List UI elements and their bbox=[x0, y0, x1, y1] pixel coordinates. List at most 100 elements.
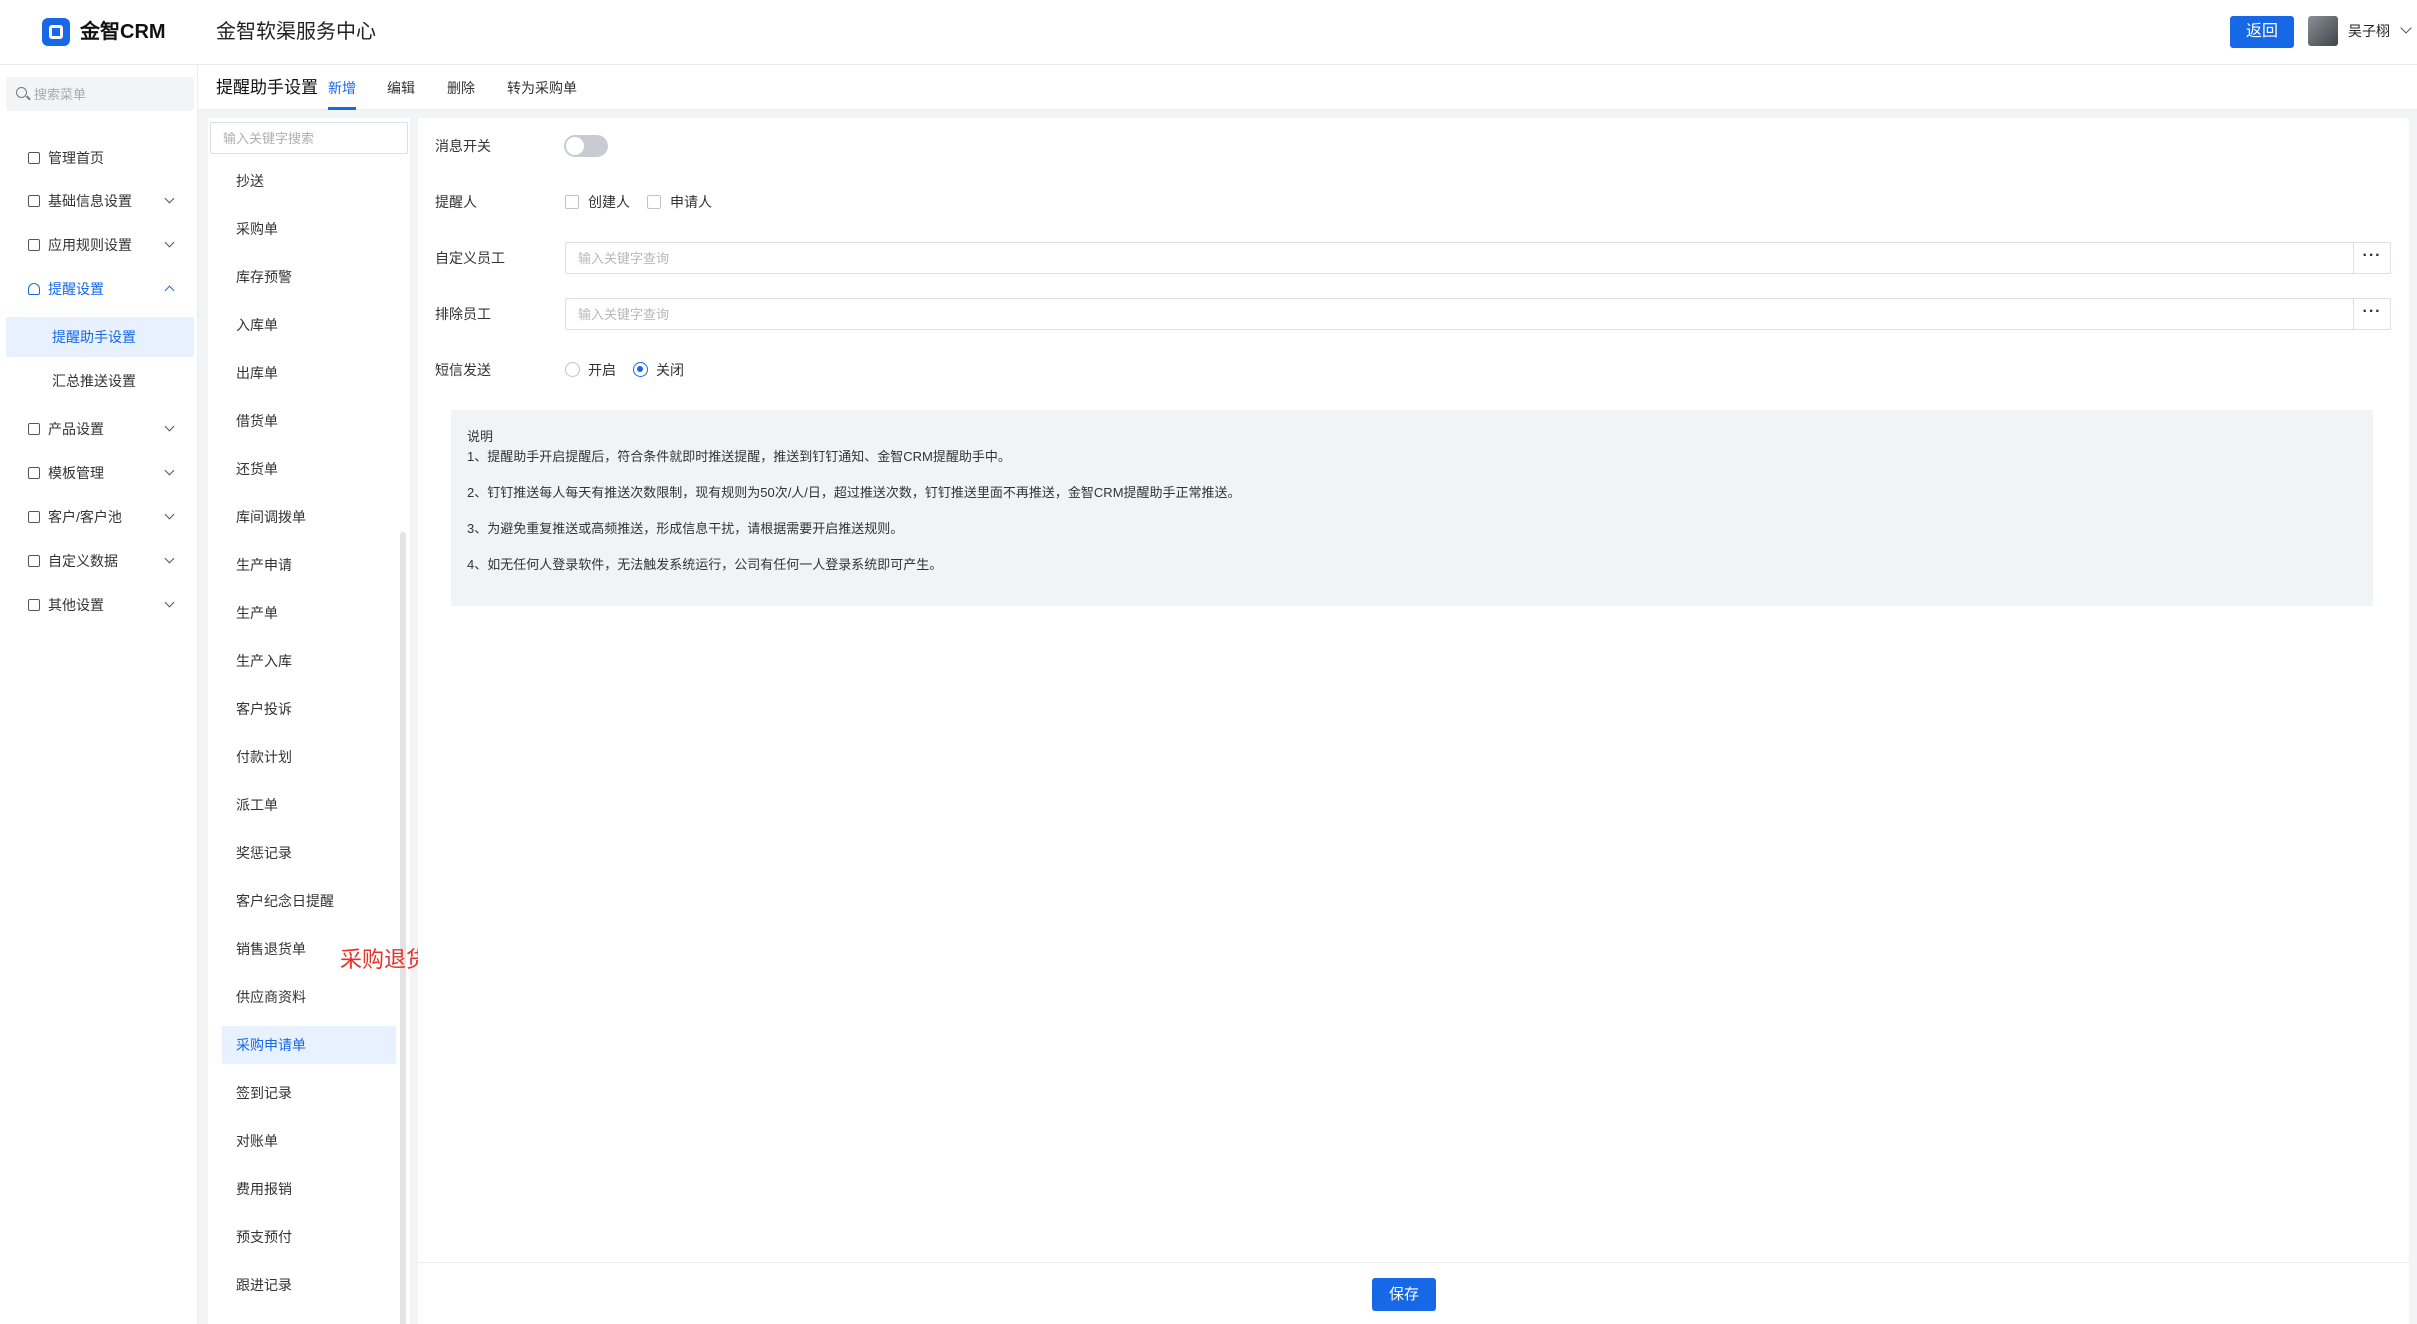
list-item[interactable]: 还货单 bbox=[222, 450, 396, 488]
sidebar-item-reminder[interactable]: 提醒设置 bbox=[0, 269, 198, 309]
sms-on-radio[interactable] bbox=[565, 362, 580, 377]
menu-search[interactable] bbox=[6, 77, 194, 111]
sidebar-item-label: 提醒设置 bbox=[48, 281, 104, 297]
list-item-active[interactable]: 采购申请单 bbox=[222, 1026, 396, 1064]
chevron-down-icon bbox=[164, 597, 175, 608]
list-item[interactable]: 库存预警 bbox=[222, 258, 396, 296]
chevron-down-icon bbox=[164, 553, 175, 564]
sidebar-item-template[interactable]: 模板管理 bbox=[0, 453, 198, 493]
list-item-label: 借货单 bbox=[236, 413, 278, 429]
exclude-staff-more-button[interactable]: ··· bbox=[2353, 298, 2391, 330]
chevron-down-icon[interactable] bbox=[2400, 22, 2412, 34]
creator-option-label: 创建人 bbox=[588, 194, 630, 210]
list-item-label: 客户投诉 bbox=[236, 701, 292, 717]
sms-off-label: 关闭 bbox=[656, 362, 684, 378]
sidebar-item-label: 客户/客户池 bbox=[48, 509, 122, 525]
sidebar-item-custom-data[interactable]: 自定义数据 bbox=[0, 541, 198, 581]
sidebar-subitem-summary-push[interactable]: 汇总推送设置 bbox=[6, 361, 194, 401]
sidebar: 管理首页 基础信息设置 应用规则设置 提醒设置 提醒助手设置 汇总推送设置 产品… bbox=[0, 65, 198, 1324]
brand-logo-icon bbox=[42, 18, 70, 46]
notes-line: 1、提醒助手开启提醒后，符合条件就即时推送提醒，推送到钉钉通知、金智CRM提醒助… bbox=[467, 449, 1011, 464]
sidebar-item-customer[interactable]: 客户/客户池 bbox=[0, 497, 198, 537]
creator-checkbox[interactable] bbox=[565, 195, 579, 209]
list-scrollbar[interactable] bbox=[400, 532, 406, 1324]
tab-edit[interactable]: 编辑 bbox=[387, 79, 415, 97]
list-item-label: 库存预警 bbox=[236, 269, 292, 285]
sidebar-item-label: 模板管理 bbox=[48, 465, 104, 481]
exclude-staff-input[interactable] bbox=[565, 298, 2353, 330]
customer-icon bbox=[28, 511, 40, 523]
avatar[interactable] bbox=[2308, 16, 2338, 46]
list-item-label: 生产入库 bbox=[236, 653, 292, 669]
sidebar-item-other[interactable]: 其他设置 bbox=[0, 585, 198, 625]
list-item[interactable]: 生产入库 bbox=[222, 642, 396, 680]
list-item[interactable]: 采购单 bbox=[222, 210, 396, 248]
back-button[interactable]: 返回 bbox=[2230, 16, 2294, 48]
sidebar-item-app-rules[interactable]: 应用规则设置 bbox=[0, 225, 198, 265]
sidebar-item-label: 产品设置 bbox=[48, 421, 104, 437]
list-search-input[interactable] bbox=[210, 122, 408, 154]
sidebar-item-basic-info[interactable]: 基础信息设置 bbox=[0, 181, 198, 221]
notes-line: 4、如无任何人登录软件，无法触发系统运行，公司有任何一人登录系统即可产生。 bbox=[467, 557, 943, 572]
list-item[interactable]: 出库单 bbox=[222, 354, 396, 392]
tab-delete[interactable]: 删除 bbox=[447, 79, 475, 97]
footer-bar: 保存 bbox=[418, 1262, 2409, 1324]
list-item-label: 销售退货单 bbox=[236, 941, 306, 957]
custom-staff-more-button[interactable]: ··· bbox=[2353, 242, 2391, 274]
cube-icon bbox=[28, 195, 40, 207]
list-item[interactable]: 预支预付 bbox=[222, 1218, 396, 1256]
tab-convert-purchase[interactable]: 转为采购单 bbox=[507, 79, 577, 97]
list-item[interactable]: 客户纪念日提醒 bbox=[222, 882, 396, 920]
list-item[interactable]: 奖惩记录 bbox=[222, 834, 396, 872]
list-item-label: 还货单 bbox=[236, 461, 278, 477]
list-item[interactable]: 客户投诉 bbox=[222, 690, 396, 728]
list-item[interactable]: 派工单 bbox=[222, 786, 396, 824]
list-item[interactable]: 生产申请 bbox=[222, 546, 396, 584]
menu-search-input[interactable] bbox=[34, 77, 184, 111]
chevron-down-icon bbox=[164, 465, 175, 476]
list-item[interactable]: 签到记录 bbox=[222, 1074, 396, 1112]
list-item[interactable]: 借货单 bbox=[222, 402, 396, 440]
brand-name: 金智CRM bbox=[80, 21, 166, 43]
sidebar-item-home[interactable]: 管理首页 bbox=[0, 138, 198, 178]
sidebar-item-product[interactable]: 产品设置 bbox=[0, 409, 198, 449]
list-item[interactable]: 入库单 bbox=[222, 306, 396, 344]
list-item[interactable]: 跟进记录 bbox=[222, 1266, 396, 1304]
bell-icon bbox=[28, 283, 40, 295]
sms-off-radio[interactable] bbox=[633, 362, 648, 377]
list-item-label: 出库单 bbox=[236, 365, 278, 381]
username[interactable]: 吴子栩 bbox=[2348, 22, 2390, 40]
page-header: 提醒助手设置 新增 编辑 删除 转为采购单 bbox=[198, 65, 2417, 110]
document-type-list: 抄送 采购单 库存预警 入库单 出库单 借货单 还货单 库间调拨单 生产申请 生… bbox=[208, 118, 410, 1324]
list-item[interactable]: 库间调拨单 bbox=[222, 498, 396, 536]
list-item-label: 入库单 bbox=[236, 317, 278, 333]
list-item[interactable]: 供应商资料 bbox=[222, 978, 396, 1016]
sidebar-subitem-reminder-assistant[interactable]: 提醒助手设置 bbox=[6, 317, 194, 357]
list-item[interactable]: 付款计划 bbox=[222, 738, 396, 776]
chevron-down-icon bbox=[164, 509, 175, 520]
list-item-label: 生产单 bbox=[236, 605, 278, 621]
list-item-label: 派工单 bbox=[236, 797, 278, 813]
reminder-settings-form: 消息开关 提醒人 创建人 申请人 自定义员工 ··· 排除员工 ··· 短信发送… bbox=[418, 118, 2409, 1262]
custom-staff-input[interactable] bbox=[565, 242, 2353, 274]
toggle-knob bbox=[566, 137, 584, 155]
message-switch-toggle[interactable] bbox=[564, 135, 608, 157]
switch-label: 消息开关 bbox=[435, 138, 491, 154]
applicant-checkbox[interactable] bbox=[647, 195, 661, 209]
notes-box: 说明 1、提醒助手开启提醒后，符合条件就即时推送提醒，推送到钉钉通知、金智CRM… bbox=[451, 410, 2373, 606]
sms-label: 短信发送 bbox=[435, 362, 491, 378]
chevron-down-icon bbox=[164, 193, 175, 204]
list-item-label: 生产申请 bbox=[236, 557, 292, 573]
list-item[interactable]: 生产单 bbox=[222, 594, 396, 632]
save-button[interactable]: 保存 bbox=[1372, 1278, 1436, 1311]
list-item-label: 签到记录 bbox=[236, 1085, 292, 1101]
sidebar-item-label: 自定义数据 bbox=[48, 553, 118, 569]
list-item[interactable]: 费用报销 bbox=[222, 1170, 396, 1208]
list-item[interactable]: 抄送 bbox=[222, 162, 396, 200]
list-item-label: 采购单 bbox=[236, 221, 278, 237]
template-icon bbox=[28, 467, 40, 479]
list-item-label: 供应商资料 bbox=[236, 989, 306, 1005]
tab-add[interactable]: 新增 bbox=[328, 79, 356, 110]
list-item-label: 采购申请单 bbox=[236, 1037, 306, 1053]
list-item[interactable]: 对账单 bbox=[222, 1122, 396, 1160]
